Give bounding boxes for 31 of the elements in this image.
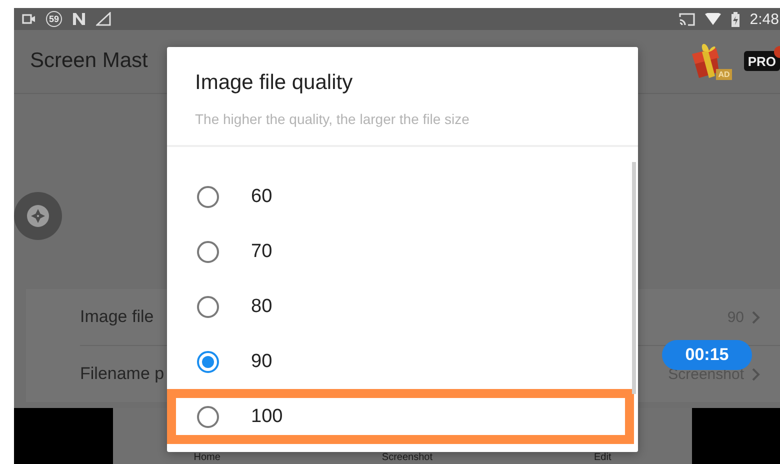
radio-button[interactable] xyxy=(197,186,219,208)
notification-count: 59 xyxy=(46,11,62,27)
option-label[interactable]: 90 xyxy=(251,350,272,372)
radio-button[interactable] xyxy=(197,350,219,372)
radio-button[interactable] xyxy=(197,406,219,428)
timer-pill: 00:15 xyxy=(662,340,752,370)
ad-label: AD xyxy=(716,68,732,80)
signal-icon xyxy=(96,12,112,26)
chevron-right-icon xyxy=(752,368,760,380)
option-label[interactable]: 70 xyxy=(251,240,272,262)
option-label[interactable]: 80 xyxy=(251,296,272,318)
option-row[interactable]: 70 xyxy=(167,224,634,279)
pro-badge[interactable]: PRO xyxy=(744,50,780,70)
option-row[interactable]: 80 xyxy=(167,279,634,334)
app-title: Screen Mast xyxy=(30,48,149,72)
radio-button[interactable] xyxy=(197,296,219,318)
video-camera-icon xyxy=(22,14,36,24)
wifi-icon xyxy=(704,13,721,25)
option-label[interactable]: 60 xyxy=(251,186,272,208)
camera-shutter-icon[interactable] xyxy=(26,204,50,228)
option-label[interactable]: 100 xyxy=(251,406,283,428)
dialog-title: Image file quality xyxy=(195,71,354,95)
dialog-subtitle: The higher the quality, the larger the file size xyxy=(195,111,470,127)
option-row[interactable]: 60 xyxy=(167,169,634,224)
n-logo-icon xyxy=(72,12,86,26)
clock-time: 2:48 xyxy=(750,10,779,28)
option-row[interactable]: 90 xyxy=(167,334,634,389)
chevron-right-icon xyxy=(752,310,760,324)
cast-icon xyxy=(678,12,695,26)
radio-button[interactable] xyxy=(197,240,219,262)
battery-icon xyxy=(730,12,740,26)
